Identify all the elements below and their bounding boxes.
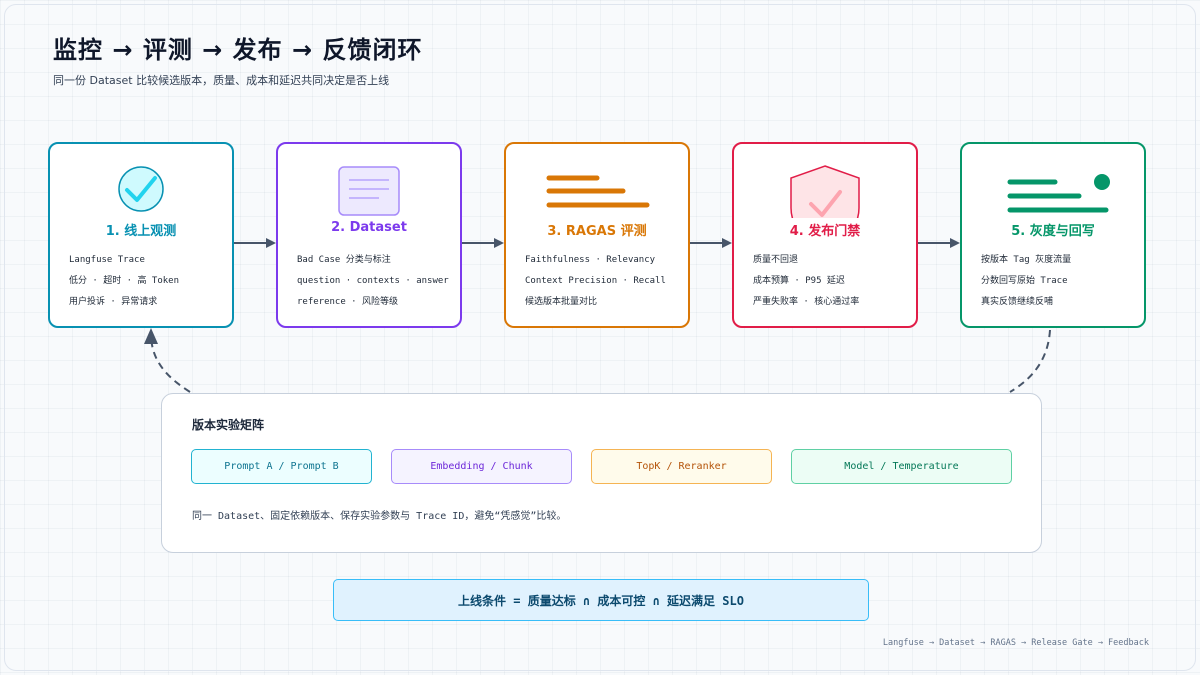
stage-detail-line: 成本预算 · P95 延迟 xyxy=(753,276,845,286)
experiment-chip-model: Model / Temperature xyxy=(791,449,1012,484)
feedback-arrowhead xyxy=(144,328,158,344)
shield-check-icon xyxy=(790,165,860,218)
stage-title: 2. Dataset xyxy=(331,220,407,235)
pipeline-footer: Langfuse → Dataset → RAGAS → Release Gat… xyxy=(882,638,1149,648)
experiment-chip-topk: TopK / Reranker xyxy=(591,449,772,484)
stage-card-gate: 4. 发布门禁 质量不回退 成本预算 · P95 延迟 严重失败率 · 核心通过… xyxy=(732,142,918,328)
release-condition: 上线条件 = 质量达标 ∩ 成本可控 ∩ 延迟满足 SLO xyxy=(333,579,869,621)
document-icon xyxy=(338,166,400,216)
stage-details: Bad Case 分类与标注 question · contexts · ans… xyxy=(297,250,449,313)
stage-details: 按版本 Tag 灰度流量 分数回写原始 Trace 真实反馈继续反哺 xyxy=(981,250,1071,313)
experiment-matrix: 版本实验矩阵 Prompt A / Prompt B Embedding / C… xyxy=(161,393,1042,553)
stage-title: 1. 线上观测 xyxy=(105,224,177,239)
stage-details: Langfuse Trace 低分 · 超时 · 高 Token 用户投诉 · … xyxy=(69,250,179,313)
stage-detail-line: Context Precision · Recall xyxy=(525,276,666,286)
check-circle-icon xyxy=(118,166,164,212)
stage-card-ragas: 3. RAGAS 评测 Faithfulness · Relevancy Con… xyxy=(504,142,690,328)
stage-detail-line: 分数回写原始 Trace xyxy=(981,276,1068,286)
rollout-bars-icon xyxy=(1007,174,1110,213)
stage-detail-line: 候选版本批量对比 xyxy=(525,297,598,307)
stage-title: 3. RAGAS 评测 xyxy=(547,224,647,239)
metric-bars-icon xyxy=(546,175,650,208)
stage-card-rollout: 5. 灰度与回写 按版本 Tag 灰度流量 分数回写原始 Trace 真实反馈继… xyxy=(960,142,1146,328)
stage-detail-line: reference · 风险等级 xyxy=(297,297,399,307)
stage-detail-line: question · contexts · answer xyxy=(297,276,449,286)
matrix-note: 同一 Dataset、固定依赖版本、保存实验参数与 Trace ID，避免“凭感… xyxy=(192,511,567,522)
feedback-curve-left xyxy=(150,335,191,393)
stage-detail-line: 严重失败率 · 核心通过率 xyxy=(753,297,860,307)
stage-detail-line: Bad Case 分类与标注 xyxy=(297,255,391,265)
stage-detail-line: 质量不回退 xyxy=(753,255,799,265)
stage-title: 5. 灰度与回写 xyxy=(1011,224,1095,239)
stage-card-observe: 1. 线上观测 Langfuse Trace 低分 · 超时 · 高 Token… xyxy=(48,142,234,328)
stage-card-dataset: 2. Dataset Bad Case 分类与标注 question · con… xyxy=(276,142,462,328)
stage-details: Faithfulness · Relevancy Context Precisi… xyxy=(525,250,666,313)
stage-detail-line: 低分 · 超时 · 高 Token xyxy=(69,276,180,286)
matrix-title: 版本实验矩阵 xyxy=(192,418,265,432)
feedback-curve-right xyxy=(1009,329,1051,393)
stage-detail-line: Langfuse Trace xyxy=(69,255,145,265)
stage-detail-line: 用户投诉 · 异常请求 xyxy=(69,297,158,307)
flow-connectors xyxy=(144,238,1051,393)
stage-detail-line: 按版本 Tag 灰度流量 xyxy=(981,255,1072,265)
stage-detail-line: 真实反馈继续反哺 xyxy=(981,297,1054,307)
stage-title: 4. 发布门禁 xyxy=(789,224,861,239)
stage-detail-line: Faithfulness · Relevancy xyxy=(525,255,656,265)
stage-details: 质量不回退 成本预算 · P95 延迟 严重失败率 · 核心通过率 xyxy=(753,250,859,313)
experiment-chip-prompt: Prompt A / Prompt B xyxy=(191,449,372,484)
experiment-chip-embedding: Embedding / Chunk xyxy=(391,449,572,484)
